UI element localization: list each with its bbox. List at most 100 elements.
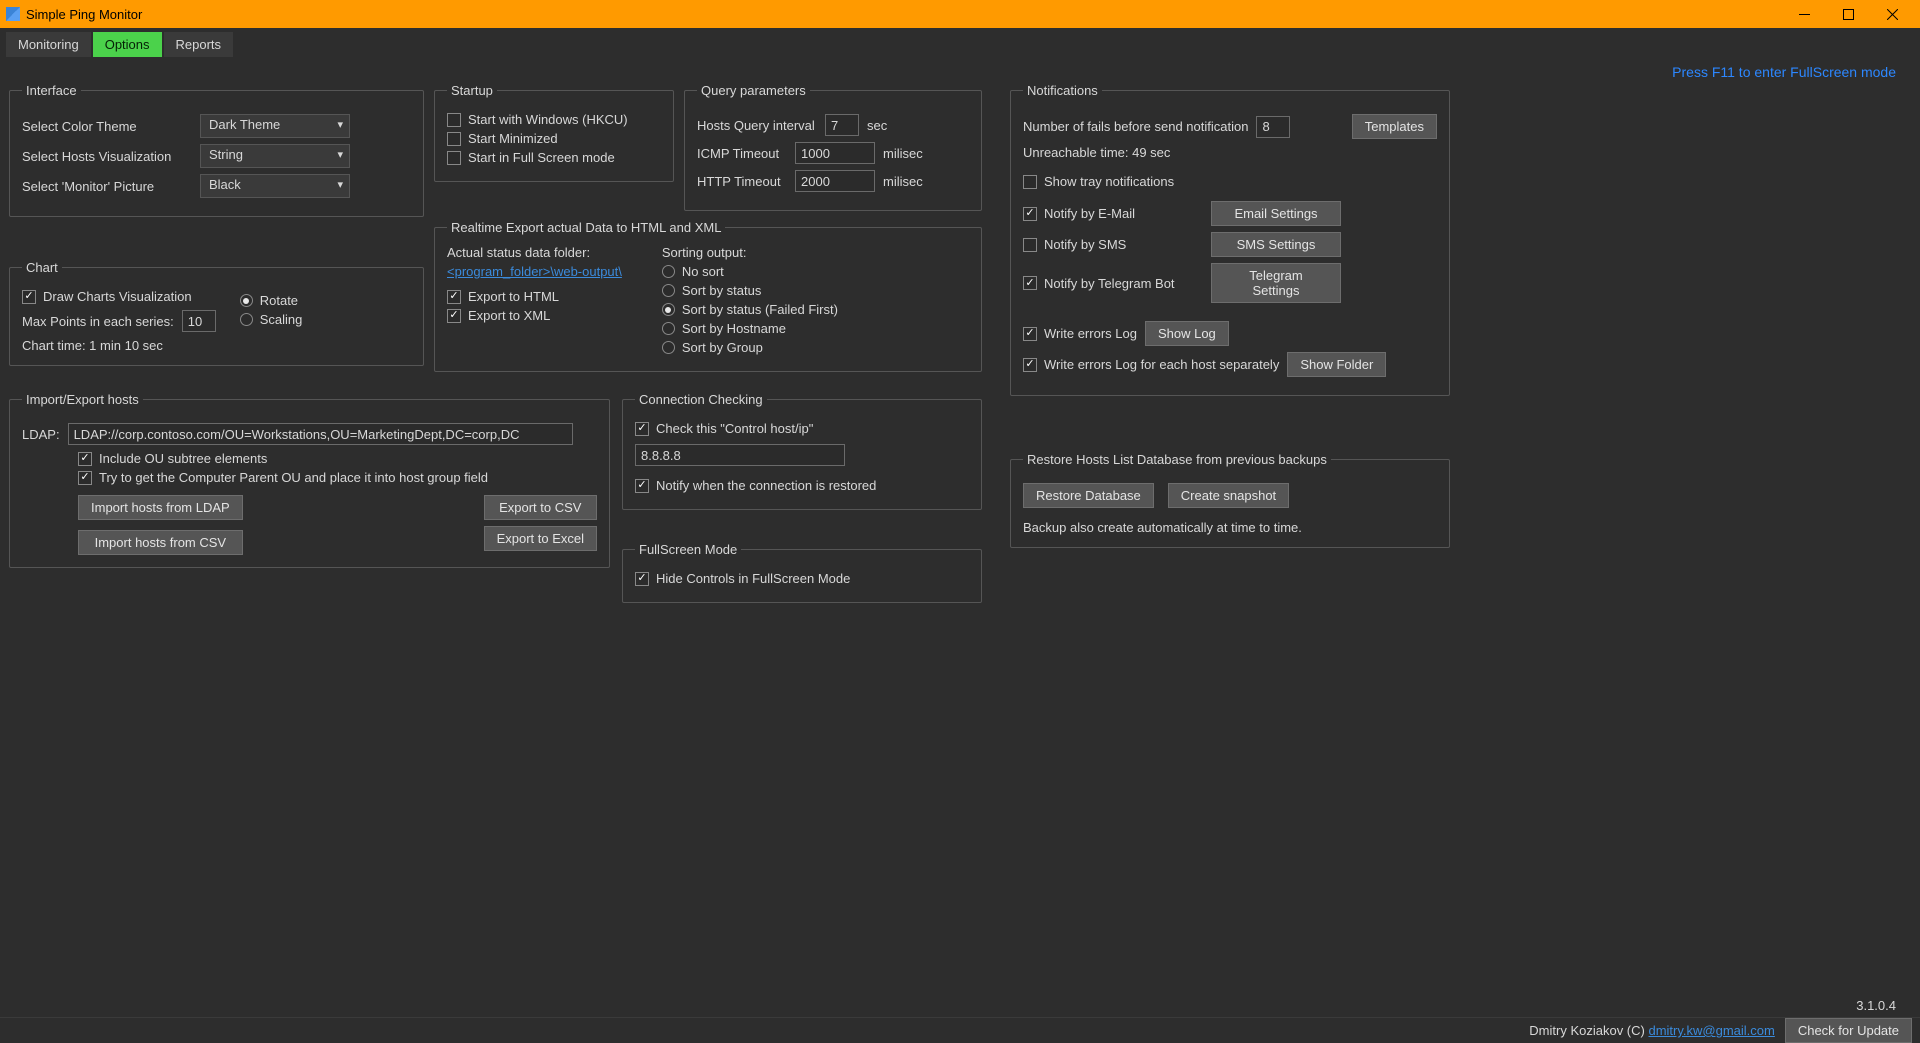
sort-label: Sorting output: — [662, 245, 838, 260]
sms-checkbox[interactable]: Notify by SMS — [1023, 237, 1203, 252]
restore-legend: Restore Hosts List Database from previou… — [1023, 452, 1331, 467]
http-unit: milisec — [883, 174, 923, 189]
sort-status-failed-radio[interactable]: Sort by status (Failed First) — [662, 302, 838, 317]
notifications-legend: Notifications — [1023, 83, 1102, 98]
import-csv-button[interactable]: Import hosts from CSV — [78, 530, 243, 555]
fails-input[interactable] — [1256, 116, 1290, 138]
start-windows-checkbox[interactable]: Start with Windows (HKCU) — [447, 112, 661, 127]
window-title: Simple Ping Monitor — [26, 7, 142, 22]
max-points-input[interactable] — [182, 310, 216, 332]
hosts-vis-combo[interactable]: String — [200, 144, 350, 168]
sms-settings-button[interactable]: SMS Settings — [1211, 232, 1341, 257]
restore-group: Restore Hosts List Database from previou… — [1010, 452, 1450, 548]
unreachable-label: Unreachable time: 49 sec — [1023, 145, 1437, 160]
chart-time-label: Chart time: 1 min 10 sec — [22, 338, 216, 353]
http-label: HTTP Timeout — [697, 174, 787, 189]
control-host-input[interactable] — [635, 444, 845, 466]
fullscreen-legend: FullScreen Mode — [635, 542, 741, 557]
fullscreen-group: FullScreen Mode Hide Controls in FullScr… — [622, 542, 982, 603]
chart-group: Chart Draw Charts Visualization Max Poin… — [9, 260, 424, 366]
show-log-button[interactable]: Show Log — [1145, 321, 1229, 346]
try-ou-checkbox[interactable]: Try to get the Computer Parent OU and pl… — [78, 470, 597, 485]
notify-restored-checkbox[interactable]: Notify when the connection is restored — [635, 478, 969, 493]
import-ldap-button[interactable]: Import hosts from LDAP — [78, 495, 243, 520]
sort-group-radio[interactable]: Sort by Group — [662, 340, 838, 355]
email-checkbox[interactable]: Notify by E-Mail — [1023, 206, 1203, 221]
query-legend: Query parameters — [697, 83, 810, 98]
restore-db-button[interactable]: Restore Database — [1023, 483, 1154, 508]
restore-note: Backup also create automatically at time… — [1023, 520, 1437, 535]
scaling-radio[interactable]: Scaling — [240, 312, 303, 327]
start-min-checkbox[interactable]: Start Minimized — [447, 131, 661, 146]
realtime-legend: Realtime Export actual Data to HTML and … — [447, 220, 725, 235]
telegram-settings-button[interactable]: Telegram Settings — [1211, 263, 1341, 303]
sort-hostname-radio[interactable]: Sort by Hostname — [662, 321, 838, 336]
ldap-input[interactable] — [68, 423, 573, 445]
import-export-group: Import/Export hosts LDAP: Include OU sub… — [9, 392, 610, 568]
connection-group: Connection Checking Check this "Control … — [622, 392, 982, 510]
sort-none-radio[interactable]: No sort — [662, 264, 838, 279]
monitor-pic-combo[interactable]: Black — [200, 174, 350, 198]
show-folder-button[interactable]: Show Folder — [1287, 352, 1386, 377]
fullscreen-hint[interactable]: Press F11 to enter FullScreen mode — [1672, 64, 1896, 80]
telegram-checkbox[interactable]: Notify by Telegram Bot — [1023, 276, 1203, 291]
tab-bar: Monitoring Options Reports — [0, 28, 1920, 57]
errors-log-checkbox[interactable]: Write errors Log — [1023, 326, 1137, 341]
icmp-input[interactable] — [795, 142, 875, 164]
title-bar: Simple Ping Monitor — [0, 0, 1920, 28]
check-host-checkbox[interactable]: Check this "Control host/ip" — [635, 421, 969, 436]
status-folder-link[interactable]: <program_folder>\web-output\ — [447, 264, 622, 279]
realtime-group: Realtime Export actual Data to HTML and … — [434, 220, 982, 372]
icmp-unit: milisec — [883, 146, 923, 161]
status-folder-label: Actual status data folder: — [447, 245, 622, 260]
hide-controls-checkbox[interactable]: Hide Controls in FullScreen Mode — [635, 571, 969, 586]
sort-status-radio[interactable]: Sort by status — [662, 283, 838, 298]
interval-input[interactable] — [825, 114, 859, 136]
tab-monitoring[interactable]: Monitoring — [6, 32, 91, 57]
include-ou-checkbox[interactable]: Include OU subtree elements — [78, 451, 597, 466]
interval-label: Hosts Query interval — [697, 118, 817, 133]
icmp-label: ICMP Timeout — [697, 146, 787, 161]
check-update-button[interactable]: Check for Update — [1785, 1018, 1912, 1043]
tab-options[interactable]: Options — [93, 32, 162, 57]
rotate-radio[interactable]: Rotate — [240, 293, 303, 308]
interval-unit: sec — [867, 118, 887, 133]
export-html-checkbox[interactable]: Export to HTML — [447, 289, 622, 304]
max-points-label: Max Points in each series: — [22, 314, 174, 329]
author-email-link[interactable]: dmitry.kw@gmail.com — [1648, 1023, 1774, 1038]
create-snapshot-button[interactable]: Create snapshot — [1168, 483, 1289, 508]
http-input[interactable] — [795, 170, 875, 192]
color-theme-combo[interactable]: Dark Theme — [200, 114, 350, 138]
ldap-label: LDAP: — [22, 427, 60, 442]
query-group: Query parameters Hosts Query interval se… — [684, 83, 982, 211]
interface-legend: Interface — [22, 83, 81, 98]
tray-checkbox[interactable]: Show tray notifications — [1023, 174, 1437, 189]
import-export-legend: Import/Export hosts — [22, 392, 143, 407]
connection-legend: Connection Checking — [635, 392, 767, 407]
interface-group: Interface Select Color Theme Dark Theme … — [9, 83, 424, 217]
hosts-vis-label: Select Hosts Visualization — [22, 149, 192, 164]
close-button[interactable] — [1870, 0, 1914, 28]
app-icon — [6, 7, 20, 21]
startup-legend: Startup — [447, 83, 497, 98]
color-theme-label: Select Color Theme — [22, 119, 192, 134]
notifications-group: Notifications Number of fails before sen… — [1010, 83, 1450, 396]
maximize-button[interactable] — [1826, 0, 1870, 28]
author-label: Dmitry Koziakov (C) dmitry.kw@gmail.com — [1529, 1023, 1775, 1038]
status-bar: Dmitry Koziakov (C) dmitry.kw@gmail.com … — [0, 1017, 1920, 1043]
export-xml-checkbox[interactable]: Export to XML — [447, 308, 622, 323]
monitor-pic-label: Select 'Monitor' Picture — [22, 179, 192, 194]
export-csv-button[interactable]: Export to CSV — [484, 495, 597, 520]
start-fs-checkbox[interactable]: Start in Full Screen mode — [447, 150, 661, 165]
minimize-button[interactable] — [1782, 0, 1826, 28]
fails-label: Number of fails before send notification — [1023, 119, 1248, 134]
version-label: 3.1.0.4 — [1856, 998, 1896, 1013]
startup-group: Startup Start with Windows (HKCU) Start … — [434, 83, 674, 182]
tab-reports[interactable]: Reports — [164, 32, 234, 57]
errors-each-checkbox[interactable]: Write errors Log for each host separatel… — [1023, 357, 1279, 372]
export-excel-button[interactable]: Export to Excel — [484, 526, 597, 551]
templates-button[interactable]: Templates — [1352, 114, 1437, 139]
draw-charts-checkbox[interactable]: Draw Charts Visualization — [22, 289, 216, 304]
chart-legend: Chart — [22, 260, 62, 275]
email-settings-button[interactable]: Email Settings — [1211, 201, 1341, 226]
